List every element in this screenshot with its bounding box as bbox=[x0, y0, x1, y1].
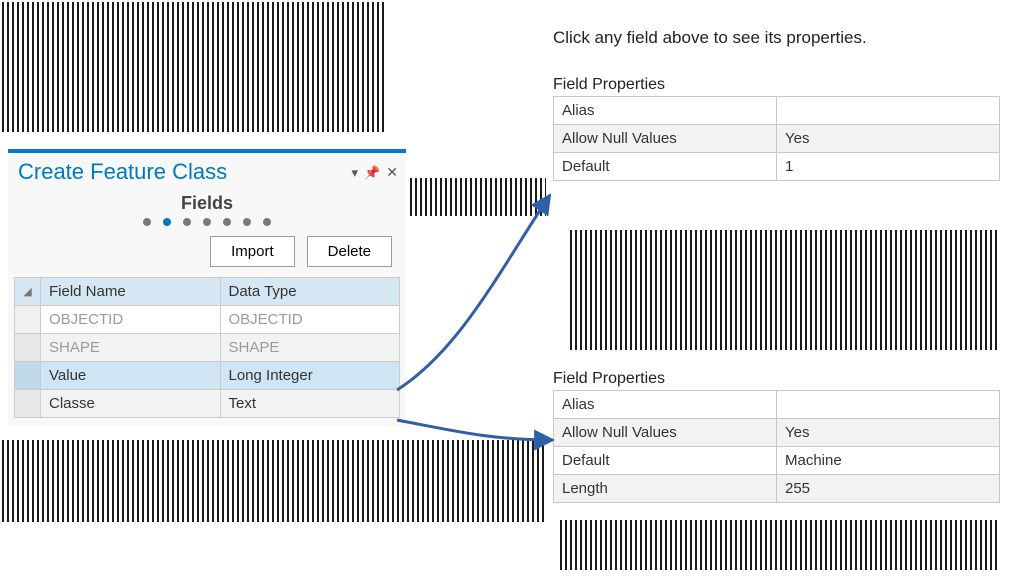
fields-grid-header: ◢ Field Name Data Type bbox=[15, 278, 399, 306]
fields-grid-row[interactable]: SHAPESHAPE bbox=[15, 334, 399, 362]
field-name-cell: SHAPE bbox=[41, 334, 221, 362]
fields-grid-row[interactable]: ValueLong Integer bbox=[15, 362, 399, 390]
column-header-data-type[interactable]: Data Type bbox=[221, 278, 400, 306]
dialog-title: Create Feature Class bbox=[18, 159, 227, 185]
fields-grid-row[interactable]: OBJECTIDOBJECTID bbox=[15, 306, 399, 334]
wizard-step-dot[interactable] bbox=[223, 218, 231, 226]
property-value[interactable]: 255 bbox=[777, 475, 1000, 503]
field-properties-panel-value: Field Properties AliasAllow Null ValuesY… bbox=[553, 76, 1000, 181]
create-feature-class-dialog: Create Feature Class ▾ 📌 ✕ Fields Import… bbox=[8, 149, 406, 426]
instruction-text: Click any field above to see its propert… bbox=[553, 28, 867, 48]
property-row: Allow Null ValuesYes bbox=[554, 125, 1000, 153]
property-key: Alias bbox=[554, 97, 777, 125]
property-key: Default bbox=[554, 447, 777, 475]
decorative-noise bbox=[410, 178, 546, 216]
property-value[interactable]: 1 bbox=[777, 153, 1000, 181]
data-type-cell[interactable]: Long Integer bbox=[221, 362, 400, 390]
dialog-window-controls: ▾ 📌 ✕ bbox=[352, 165, 398, 179]
fields-grid-row[interactable]: ClasseText bbox=[15, 390, 399, 418]
close-icon[interactable]: ✕ bbox=[386, 165, 398, 179]
field-properties-title: Field Properties bbox=[553, 76, 1000, 94]
property-value[interactable]: Yes bbox=[777, 125, 1000, 153]
field-name-cell: OBJECTID bbox=[41, 306, 221, 334]
row-selector[interactable] bbox=[15, 362, 41, 390]
row-selector[interactable] bbox=[15, 306, 41, 334]
pin-icon[interactable]: 📌 bbox=[364, 166, 380, 179]
decorative-noise bbox=[2, 440, 546, 522]
property-key: Length bbox=[554, 475, 777, 503]
wizard-step-dot[interactable] bbox=[163, 218, 171, 226]
fields-step-heading: Fields bbox=[8, 193, 406, 214]
property-row: Default1 bbox=[554, 153, 1000, 181]
property-row: Length255 bbox=[554, 475, 1000, 503]
wizard-step-dot[interactable] bbox=[243, 218, 251, 226]
property-row: DefaultMachine bbox=[554, 447, 1000, 475]
row-selector[interactable] bbox=[15, 334, 41, 362]
property-value[interactable] bbox=[777, 97, 1000, 125]
field-name-cell[interactable]: Classe bbox=[41, 390, 221, 418]
fields-toolbar: Import Delete bbox=[8, 236, 406, 277]
decorative-noise bbox=[570, 230, 1000, 350]
property-row: Alias bbox=[554, 97, 1000, 125]
field-properties-title: Field Properties bbox=[553, 370, 1000, 388]
data-type-cell: SHAPE bbox=[221, 334, 400, 362]
wizard-step-dot[interactable] bbox=[143, 218, 151, 226]
property-value[interactable]: Yes bbox=[777, 419, 1000, 447]
field-properties-grid: AliasAllow Null ValuesYesDefault1 bbox=[553, 96, 1000, 181]
wizard-step-dot[interactable] bbox=[183, 218, 191, 226]
property-key: Allow Null Values bbox=[554, 419, 777, 447]
row-selector[interactable] bbox=[15, 390, 41, 418]
wizard-step-dots bbox=[8, 218, 406, 226]
decorative-noise bbox=[560, 520, 1000, 570]
decorative-noise bbox=[2, 2, 386, 132]
property-row: Allow Null ValuesYes bbox=[554, 419, 1000, 447]
property-key: Alias bbox=[554, 391, 777, 419]
property-row: Alias bbox=[554, 391, 1000, 419]
field-name-cell[interactable]: Value bbox=[41, 362, 221, 390]
property-key: Default bbox=[554, 153, 777, 181]
field-properties-panel-classe: Field Properties AliasAllow Null ValuesY… bbox=[553, 370, 1000, 503]
dropdown-icon[interactable]: ▾ bbox=[352, 166, 359, 179]
property-key: Allow Null Values bbox=[554, 125, 777, 153]
delete-button[interactable]: Delete bbox=[307, 236, 392, 267]
dialog-header: Create Feature Class ▾ 📌 ✕ bbox=[8, 153, 406, 187]
fields-grid: ◢ Field Name Data Type OBJECTIDOBJECTIDS… bbox=[14, 277, 400, 418]
import-button[interactable]: Import bbox=[210, 236, 295, 267]
property-value[interactable] bbox=[777, 391, 1000, 419]
field-properties-grid: AliasAllow Null ValuesYesDefaultMachineL… bbox=[553, 390, 1000, 503]
data-type-cell: OBJECTID bbox=[221, 306, 400, 334]
column-header-field-name[interactable]: Field Name bbox=[41, 278, 221, 306]
wizard-step-dot[interactable] bbox=[203, 218, 211, 226]
wizard-step-dot[interactable] bbox=[263, 218, 271, 226]
property-value[interactable]: Machine bbox=[777, 447, 1000, 475]
row-header-handle-icon: ◢ bbox=[15, 278, 41, 306]
data-type-cell[interactable]: Text bbox=[221, 390, 400, 418]
